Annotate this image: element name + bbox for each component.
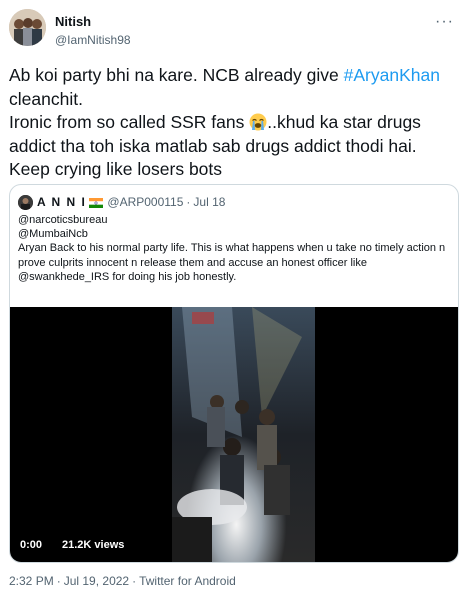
quoted-tweet[interactable]: A N N I @ARP000115 · Jul 18 @narcoticsbu… — [9, 184, 459, 563]
author-names: Nitish @IamNitish98 — [55, 14, 131, 48]
video-frame — [172, 307, 315, 562]
tweet-date[interactable]: Jul 19, 2022 — [64, 574, 129, 588]
quoted-separator: · — [186, 195, 191, 209]
india-flag-icon — [89, 197, 104, 208]
author-handle[interactable]: @IamNitish98 — [55, 32, 131, 48]
hashtag-link[interactable]: #AryanKhan — [344, 65, 440, 85]
tweet-text: Ab koi party bhi na kare. NCB already gi… — [9, 64, 459, 182]
author-avatar[interactable] — [9, 9, 46, 46]
tweet-source[interactable]: Twitter for Android — [139, 574, 236, 588]
quoted-tweet-header: A N N I @ARP000115 · Jul 18 — [18, 194, 225, 210]
footer-separator-2: · — [132, 574, 137, 588]
video-time: 0:00 — [20, 539, 43, 551]
quoted-author-display-name[interactable]: A N N I — [37, 195, 86, 209]
quoted-date[interactable]: Jul 18 — [193, 195, 225, 209]
quoted-author-handle[interactable]: @ARP000115 — [107, 195, 183, 209]
footer-separator-1: · — [56, 574, 61, 588]
tweet-footer: 2:32 PM · Jul 19, 2022 · Twitter for Android — [9, 574, 236, 588]
quoted-tweet-text: @narcoticsbureau @MumbaiNcb Aryan Back t… — [18, 214, 446, 283]
video-views: 21.2K views — [62, 539, 125, 551]
tweet-header: Nitish @IamNitish98 ··· — [9, 9, 458, 53]
quoted-author-avatar[interactable] — [18, 194, 33, 210]
video-player[interactable]: 0:00 21.2K views — [10, 307, 458, 562]
tweet-text-part-1: Ab koi party bhi na kare. NCB already gi… — [9, 65, 344, 85]
loudly-crying-face-icon — [249, 113, 267, 131]
author-display-name[interactable]: Nitish — [55, 14, 131, 30]
ellipsis-icon[interactable]: ··· — [435, 13, 454, 31]
tweet-time[interactable]: 2:32 PM — [9, 574, 54, 588]
